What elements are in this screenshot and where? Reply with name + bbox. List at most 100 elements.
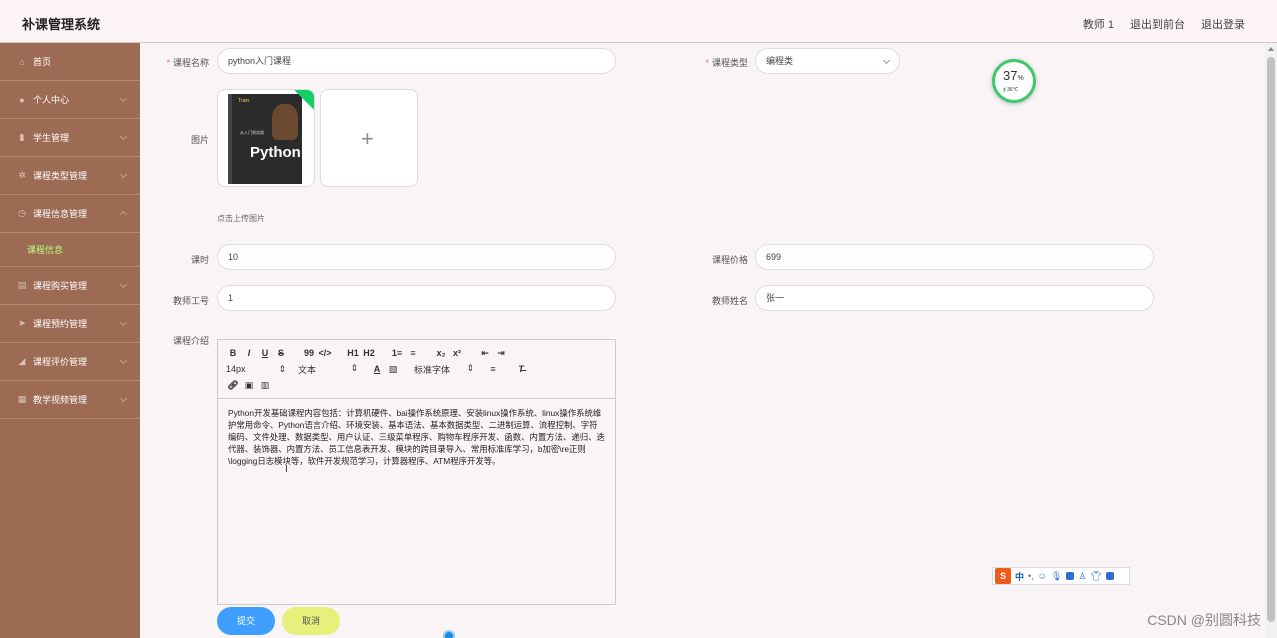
text-style-select[interactable]: 文本 ⇕ bbox=[298, 363, 358, 376]
sidebar-item-label: 课程预约管理 bbox=[33, 319, 88, 329]
sidebar-item-course-purchase[interactable]: ▤ 课程购买管理 bbox=[0, 267, 140, 305]
sidebar-item-label: 教学视频管理 bbox=[33, 395, 88, 405]
hours-label: 课时 bbox=[190, 255, 209, 265]
sidebar-item-course-info[interactable]: ◷ 课程信息管理 bbox=[0, 195, 140, 233]
bullet-list-button[interactable]: ≡ bbox=[406, 348, 420, 358]
submit-button[interactable]: 提交 bbox=[217, 607, 275, 635]
align-icon[interactable]: ≡ bbox=[486, 364, 500, 374]
font-size-select[interactable]: 14px ⇕ bbox=[226, 364, 286, 375]
book-title: Python bbox=[250, 144, 301, 161]
book-brand: Train bbox=[238, 98, 250, 104]
cpu-gauge-widget[interactable]: 37% ▮ 36℃ bbox=[992, 59, 1036, 103]
emoji-icon[interactable]: ☺ bbox=[1038, 571, 1047, 581]
background-color-icon[interactable]: ▧ bbox=[386, 364, 400, 375]
sidebar-item-course-booking[interactable]: ➤ 课程预约管理 bbox=[0, 305, 140, 343]
grid-icon: ▦ bbox=[17, 394, 27, 404]
scroll-thumb[interactable] bbox=[1267, 57, 1275, 622]
sidebar-item-label: 课程评价管理 bbox=[33, 357, 88, 367]
sidebar-item-label: 课程类型管理 bbox=[33, 171, 88, 181]
rich-text-editor: B I U S 99 </> H1 H2 1≡ ≡ x₂ x² ⇤ ⇥ 14px… bbox=[217, 339, 616, 605]
sidebar-item-personal-center[interactable]: ● 个人中心 bbox=[0, 81, 140, 119]
h1-button[interactable]: H1 bbox=[346, 348, 360, 358]
skin-icon[interactable]: 👕︎ bbox=[1090, 571, 1101, 582]
user-icon[interactable]: ♙ bbox=[1078, 571, 1086, 582]
teacher-name-label: 教师姓名 bbox=[711, 296, 748, 306]
scroll-up-icon[interactable] bbox=[1268, 47, 1274, 51]
header-actions: 教师 1 退出到前台 退出登录 bbox=[1083, 16, 1245, 32]
cancel-button[interactable]: 取消 bbox=[282, 607, 340, 635]
image-icon[interactable]: ▣ bbox=[242, 380, 256, 391]
app-title: 补课管理系统 bbox=[22, 17, 101, 32]
sidebar-item-students[interactable]: ▮ 学生管理 bbox=[0, 119, 140, 157]
ime-language[interactable]: 中 bbox=[1015, 570, 1024, 583]
font-family-select[interactable]: 标准字体 ⇕ bbox=[414, 363, 474, 376]
font-size-value: 14px bbox=[226, 363, 246, 374]
send-icon: ➤ bbox=[18, 318, 26, 328]
chevron-down-icon bbox=[882, 56, 891, 65]
underline-button[interactable]: U bbox=[258, 348, 272, 358]
superscript-button[interactable]: x² bbox=[450, 348, 464, 358]
code-block-button[interactable]: </> bbox=[318, 348, 332, 358]
blockquote-button[interactable]: 99 bbox=[302, 348, 316, 358]
outdent-button[interactable]: ⇤ bbox=[478, 348, 492, 359]
toolbox-icon[interactable] bbox=[1105, 572, 1114, 580]
h2-button[interactable]: H2 bbox=[362, 348, 376, 358]
font-color-icon[interactable]: A bbox=[370, 364, 384, 374]
chevron-down-icon bbox=[119, 356, 128, 365]
clear-format-icon[interactable]: T̶ bbox=[514, 364, 528, 374]
link-icon[interactable]: 🔗︎ bbox=[226, 380, 240, 391]
ime-toolbar[interactable]: S 中 •, ☺ 🎙︎ ♙ 👕︎ bbox=[992, 567, 1130, 585]
logout-link[interactable]: 退出登录 bbox=[1201, 16, 1245, 32]
mouse-cursor-indicator bbox=[443, 630, 455, 638]
video-icon[interactable]: ▥ bbox=[258, 380, 272, 391]
ordered-list-button[interactable]: 1≡ bbox=[390, 348, 404, 358]
sidebar-item-course-types[interactable]: ✲ 课程类型管理 bbox=[0, 157, 140, 195]
sidebar-item-teaching-video[interactable]: ▦ 教学视频管理 bbox=[0, 381, 140, 419]
course-type-select[interactable]: 编程类 bbox=[755, 48, 900, 74]
book-subtitle: 从入门到实践 bbox=[240, 130, 264, 135]
teacher-id-input[interactable]: 1 bbox=[217, 285, 616, 311]
price-input[interactable]: 699 bbox=[755, 244, 1154, 270]
sidebar-subitem-course-info[interactable]: 课程信息 bbox=[0, 233, 140, 267]
teacher-name-input[interactable]: 张一 bbox=[755, 285, 1154, 311]
uploaded-image-card[interactable]: Train 从入门到实践 Python bbox=[217, 89, 315, 187]
teacher-id-label: 教师工号 bbox=[172, 296, 209, 306]
chevron-down-icon bbox=[119, 94, 128, 103]
italic-button[interactable]: I bbox=[242, 348, 256, 358]
subscript-button[interactable]: x₂ bbox=[434, 348, 448, 358]
intro-label: 课程介绍 bbox=[172, 336, 209, 346]
sidebar-item-label: 个人中心 bbox=[33, 95, 70, 105]
sidebar-item-home[interactable]: ⌂ 首页 bbox=[0, 43, 140, 81]
strike-button[interactable]: S bbox=[274, 348, 288, 358]
upload-hint[interactable]: 点击上传图片 bbox=[217, 213, 265, 224]
punctuation-icon[interactable]: •, bbox=[1028, 571, 1034, 581]
mic-icon: ▮ bbox=[19, 132, 25, 142]
gauge-temp: ▮ 36℃ bbox=[1003, 87, 1019, 93]
text-style-value: 文本 bbox=[298, 364, 317, 375]
settings-icon: ✲ bbox=[18, 170, 26, 180]
thermometer-icon: ▮ bbox=[1003, 87, 1006, 93]
text-cursor-icon: I bbox=[285, 464, 288, 475]
current-user[interactable]: 教师 1 bbox=[1083, 16, 1114, 32]
upload-add-button[interactable]: + bbox=[320, 89, 418, 187]
chevron-up-icon bbox=[119, 210, 128, 219]
indent-button[interactable]: ⇥ bbox=[494, 348, 508, 359]
bold-button[interactable]: B bbox=[226, 348, 240, 358]
chevron-down-icon bbox=[119, 394, 128, 403]
sidebar-item-course-review[interactable]: ◢ 课程评价管理 bbox=[0, 343, 140, 381]
editor-toolbar: B I U S 99 </> H1 H2 1≡ ≡ x₂ x² ⇤ ⇥ 14px… bbox=[218, 340, 615, 399]
mic-icon[interactable]: 🎙︎ bbox=[1051, 571, 1062, 582]
top-header: 补课管理系统 教师 1 退出到前台 退出登录 bbox=[0, 0, 1277, 43]
page-scrollbar[interactable] bbox=[1265, 43, 1277, 638]
sidebar-item-label: 首页 bbox=[33, 57, 52, 67]
updown-icon: ⇕ bbox=[278, 363, 286, 374]
keyboard-icon[interactable] bbox=[1066, 572, 1075, 580]
book-figure bbox=[272, 104, 298, 140]
paper-plane-icon: ◢ bbox=[18, 356, 26, 366]
hours-input[interactable]: 10 bbox=[217, 244, 616, 270]
course-name-input[interactable]: python入门课程 bbox=[217, 48, 616, 74]
price-label: 课程价格 bbox=[711, 255, 748, 265]
back-to-front-link[interactable]: 退出到前台 bbox=[1130, 16, 1185, 32]
updown-icon: ⇕ bbox=[350, 362, 358, 373]
editor-content[interactable]: Python开发基础课程内容包括：计算机硬件、bai操作系统原理、安装linux… bbox=[218, 399, 615, 475]
